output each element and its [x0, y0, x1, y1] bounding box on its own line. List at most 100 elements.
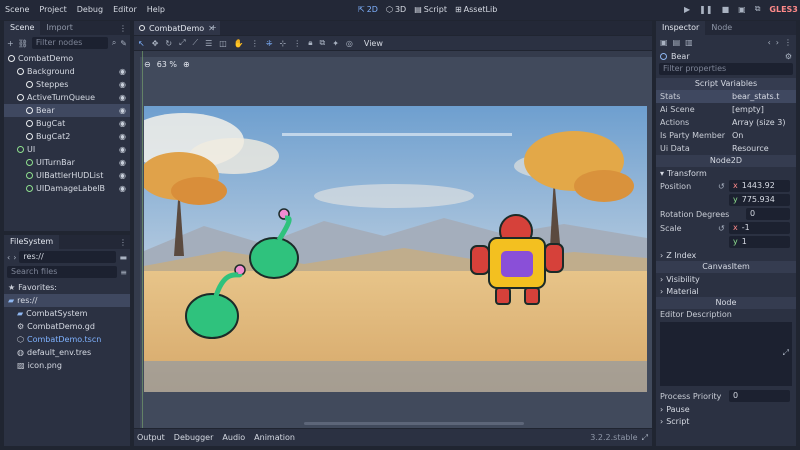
object-selector[interactable]: Bear ⚙	[656, 50, 796, 63]
tab-audio[interactable]: Audio	[222, 433, 245, 442]
workspace-script[interactable]: ▤ Script	[414, 5, 447, 14]
revert-icon[interactable]: ↺	[718, 182, 725, 191]
menu-debug[interactable]: Debug	[77, 5, 103, 14]
pause-icon[interactable]: ❚❚	[699, 5, 712, 14]
visibility-icon[interactable]: ◉	[119, 171, 126, 180]
node2d-header[interactable]: Node2D	[656, 155, 796, 167]
tree-item-bear[interactable]: Bear ◉	[4, 104, 130, 117]
list-tool-icon[interactable]: ☰	[205, 39, 212, 48]
tab-animation[interactable]: Animation	[254, 433, 295, 442]
new-tab-icon[interactable]: +	[210, 23, 217, 32]
transform-header[interactable]: ▾ Transform	[656, 167, 796, 179]
pause-header[interactable]: › Pause	[656, 403, 796, 415]
horizontal-scrollbar[interactable]	[304, 422, 524, 425]
history-icon[interactable]: ⋮	[784, 38, 792, 47]
tree-item-uidamagelabelb[interactable]: UIDamageLabelB ◉	[4, 182, 130, 195]
scene-canvas[interactable]	[144, 106, 647, 392]
menu-editor[interactable]: Editor	[113, 5, 137, 14]
position-x-field[interactable]: x 1443.92	[729, 180, 790, 192]
link-icon[interactable]: ⛓	[18, 39, 28, 48]
play-scene-icon[interactable]: ▣	[738, 5, 746, 14]
select-tool-icon[interactable]: ↖	[138, 39, 145, 48]
prop-value[interactable]: Array (size 3)	[728, 117, 790, 128]
menu-help[interactable]: Help	[147, 5, 165, 14]
snap-icon[interactable]: ⁜	[266, 39, 273, 48]
sort-icon[interactable]: ≡	[120, 268, 127, 277]
more-tools-icon[interactable]: ⋮	[251, 39, 259, 48]
fs-item[interactable]: ★ Favorites:	[4, 281, 130, 294]
prop-value[interactable]: Resource	[728, 143, 790, 154]
tab-debugger[interactable]: Debugger	[174, 433, 214, 442]
visibility-icon[interactable]: ◉	[119, 158, 126, 167]
add-node-icon[interactable]: +	[7, 39, 14, 48]
tab-output[interactable]: Output	[137, 433, 165, 442]
tab-node[interactable]: Node	[705, 21, 738, 35]
rotate-tool-icon[interactable]: ↻	[165, 39, 172, 48]
visibility-icon[interactable]: ◉	[119, 132, 126, 141]
fs-item[interactable]: ⚙ CombatDemo.gd	[4, 320, 130, 333]
tree-item-activeturnqueue[interactable]: ActiveTurnQueue ◉	[4, 91, 130, 104]
bone-icon[interactable]: ✦	[332, 39, 339, 48]
load-resource-icon[interactable]: ▤	[673, 38, 681, 47]
lock-icon[interactable]: 🔒︎	[308, 38, 312, 48]
scale-tool-icon[interactable]: ⤢	[179, 38, 185, 48]
visibility-icon[interactable]: ◉	[119, 93, 126, 102]
fs-item[interactable]: ▨ icon.png	[4, 359, 130, 372]
workspace-2d[interactable]: ⇱ 2D	[358, 5, 378, 14]
visibility-header[interactable]: › Visibility	[656, 273, 796, 285]
menu-scene[interactable]: Scene	[5, 5, 29, 14]
tab-scene[interactable]: Scene	[4, 21, 41, 35]
filter-properties-input[interactable]: Filter properties	[659, 63, 793, 75]
fs-item[interactable]: ⬡ CombatDemo.tscn	[4, 333, 130, 346]
tree-item-combatdemo[interactable]: CombatDemo	[4, 52, 130, 65]
forward-icon[interactable]: ›	[13, 253, 16, 262]
group-icon[interactable]: ⧉	[320, 38, 326, 48]
prop-value[interactable]: bear_stats.t	[728, 91, 790, 102]
fs-item[interactable]: ▰ res://	[4, 294, 130, 307]
pan-tool-icon[interactable]: ✋	[234, 39, 244, 48]
new-resource-icon[interactable]: ▣	[660, 38, 668, 47]
prop-value[interactable]: On	[728, 130, 790, 141]
zoom-out-icon[interactable]: ⊖	[144, 60, 151, 69]
tree-item-bugcat2[interactable]: BugCat2 ◉	[4, 130, 130, 143]
stop-icon[interactable]: ■	[722, 5, 730, 14]
save-resource-icon[interactable]: ▥	[685, 38, 693, 47]
scale-x-field[interactable]: x -1	[729, 222, 790, 234]
tree-item-uibattlerhudlist[interactable]: UIBattlerHUDList ◉	[4, 169, 130, 182]
z-index-header[interactable]: › Z Index	[656, 249, 796, 261]
position-y-field[interactable]: y 775.934	[729, 194, 790, 206]
tab-combatdemo[interactable]: CombatDemo ✕	[134, 21, 220, 35]
history-back-icon[interactable]: ‹	[768, 38, 771, 47]
dock-menu-icon[interactable]: ⋮	[119, 238, 127, 247]
renderer-label[interactable]: GLES3	[769, 5, 797, 14]
expand-panel-icon[interactable]: ⤢	[642, 433, 648, 443]
play-icon[interactable]: ▶	[684, 5, 690, 14]
grid-snap-icon[interactable]: ⊹	[280, 39, 287, 48]
fs-item[interactable]: ▰ CombatSystem	[4, 307, 130, 320]
bone-tool-icon[interactable]: ⟋	[193, 38, 199, 48]
tab-filesystem[interactable]: FileSystem	[4, 235, 60, 249]
workspace-3d[interactable]: ⬡ 3D	[386, 5, 406, 14]
visibility-icon[interactable]: ◉	[119, 145, 126, 154]
visibility-icon[interactable]: ◉	[119, 184, 126, 193]
script-attach-icon[interactable]: ✎	[120, 39, 127, 48]
path-field[interactable]: res://	[19, 251, 117, 263]
tree-item-uiturnbar[interactable]: UITurnBar ◉	[4, 156, 130, 169]
rotation-field[interactable]: 0	[746, 208, 790, 220]
tool-icon[interactable]: ⚙	[785, 52, 792, 61]
canvasitem-header[interactable]: CanvasItem	[656, 261, 796, 273]
revert-icon[interactable]: ↺	[718, 224, 725, 233]
scale-y-field[interactable]: y1	[729, 236, 790, 248]
tree-item-ui[interactable]: UI ◉	[4, 143, 130, 156]
back-icon[interactable]: ‹	[7, 253, 10, 262]
script-variables-header[interactable]: Script Variables	[656, 78, 796, 90]
tree-item-steppes[interactable]: Steppes ◉	[4, 78, 130, 91]
tree-item-bugcat[interactable]: BugCat ◉	[4, 117, 130, 130]
script-header[interactable]: › Script	[656, 415, 796, 427]
menu-project[interactable]: Project	[39, 5, 66, 14]
process-priority-field[interactable]: 0	[729, 390, 790, 402]
dock-menu-icon[interactable]: ⋮	[119, 24, 127, 33]
move-tool-icon[interactable]: ✥	[152, 39, 159, 48]
material-header[interactable]: › Material	[656, 285, 796, 297]
play-custom-icon[interactable]: ⧉	[755, 4, 761, 14]
